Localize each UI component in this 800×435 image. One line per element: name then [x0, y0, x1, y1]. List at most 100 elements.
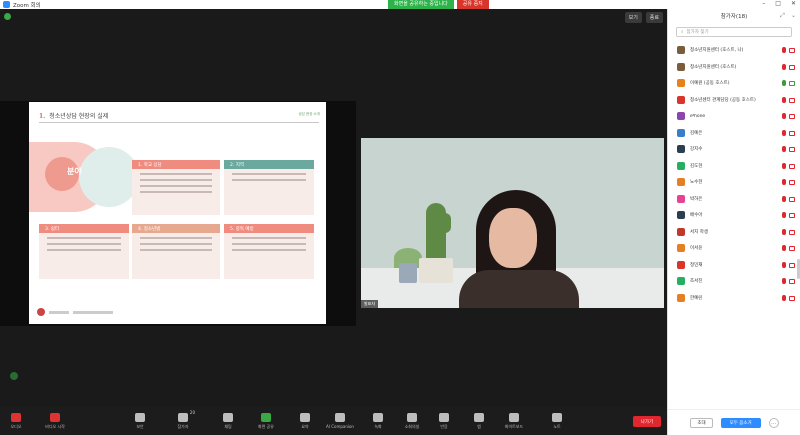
- chevron-down-icon[interactable]: ⌄: [791, 12, 796, 20]
- video-off-icon[interactable]: [789, 64, 795, 70]
- participant-row[interactable]: 박하은: [668, 191, 800, 208]
- video-off-icon[interactable]: [789, 262, 795, 268]
- mic-muted-icon[interactable]: [782, 294, 786, 301]
- slide-card: 2. 지역: [224, 160, 314, 215]
- participant-row[interactable]: 배수아: [668, 207, 800, 224]
- participant-row[interactable]: 이서윤: [668, 240, 800, 257]
- maximize-icon[interactable]: □: [775, 0, 781, 7]
- toolbar-participants-button[interactable]: 참가자 20: [169, 407, 197, 435]
- video-off-icon[interactable]: [789, 163, 795, 169]
- toolbar-mic-button[interactable]: 오디오: [2, 407, 30, 435]
- panel-footer: 초대 모두 음소거 …: [668, 409, 800, 435]
- video-off-icon[interactable]: [789, 97, 795, 103]
- toolbar-record-button[interactable]: 녹화: [364, 407, 392, 435]
- video-off-icon[interactable]: [789, 130, 795, 136]
- shared-screen: 1. 청소년상담 현장의 실제 상담 현장 소개 분야 1. 학교 상담 2. 지…: [0, 101, 356, 326]
- more-options-button[interactable]: …: [768, 417, 779, 428]
- participant-row[interactable]: 김예은: [668, 125, 800, 142]
- leave-meeting-button[interactable]: 나가기: [633, 416, 661, 427]
- participant-row[interactable]: iPhone: [668, 108, 800, 125]
- toolbar-label: AI Companion: [326, 424, 354, 429]
- video-off-icon[interactable]: [789, 229, 795, 235]
- stop-share-button[interactable]: 공유 중지: [456, 0, 489, 9]
- mic-muted-icon[interactable]: [782, 162, 786, 169]
- card-heading: 4. 청소년법: [132, 224, 220, 233]
- close-icon[interactable]: ✕: [791, 0, 796, 7]
- toolbar-summary-button[interactable]: 요약: [291, 407, 319, 435]
- participant-row[interactable]: 서지 학생: [668, 224, 800, 241]
- mic-muted-icon[interactable]: [782, 63, 786, 70]
- mic-muted-icon[interactable]: [782, 113, 786, 119]
- participant-row[interactable]: 청소년지원센터 (호스트, 나): [668, 42, 800, 59]
- mic-muted-icon[interactable]: [782, 212, 786, 218]
- share-status: 화면을 공유하는 중입니다: [388, 0, 454, 9]
- participant-row[interactable]: 청소년지원센터 (호스트): [668, 59, 800, 76]
- chat-icon: [223, 412, 233, 422]
- participant-row[interactable]: 이예원 (공동 호스트): [668, 75, 800, 92]
- participant-row[interactable]: 청소년센터 관계담당 (공동 호스트): [668, 92, 800, 109]
- mic-muted-icon[interactable]: [782, 96, 786, 103]
- participant-search-input[interactable]: ⌕ 참가자 찾기: [676, 27, 792, 37]
- popout-icon[interactable]: ⤢: [780, 12, 785, 20]
- encryption-shield-icon[interactable]: [4, 13, 11, 20]
- avatar: [677, 112, 685, 121]
- participant-row[interactable]: 강지수: [668, 141, 800, 158]
- avatar: [677, 161, 685, 170]
- view-button[interactable]: 보기: [624, 12, 642, 23]
- video-off-icon[interactable]: [789, 147, 795, 152]
- toolbar-whiteboard-button[interactable]: 화이트보드: [500, 407, 528, 435]
- participant-row[interactable]: 조서진: [668, 273, 800, 290]
- participant-row[interactable]: 김도현: [668, 158, 800, 175]
- video-off-icon[interactable]: [789, 196, 795, 202]
- mic-muted-icon[interactable]: [782, 179, 786, 185]
- toolbar-shield-button[interactable]: 보안: [126, 407, 154, 435]
- video-off-icon[interactable]: [789, 279, 795, 284]
- video-off-icon[interactable]: [789, 180, 795, 185]
- avatar: [677, 211, 685, 220]
- toolbar-notes-button[interactable]: 노트: [543, 407, 571, 435]
- toolbar-breakout-button[interactable]: 소회의실: [398, 407, 426, 435]
- mic-muted-icon[interactable]: [782, 47, 786, 53]
- video-off-icon[interactable]: [789, 213, 795, 218]
- avatar: [677, 95, 685, 104]
- video-icon[interactable]: [789, 81, 795, 86]
- annotate-pencil-icon[interactable]: [10, 372, 18, 380]
- participant-row[interactable]: 노수현: [668, 174, 800, 191]
- speaker-video[interactable]: 발표자: [361, 138, 664, 308]
- mic-muted-icon[interactable]: [782, 261, 786, 268]
- exit-fullscreen-button[interactable]: 종료: [645, 12, 663, 23]
- notes-icon: [552, 412, 562, 422]
- participant-name: iPhone: [690, 113, 706, 119]
- mic-muted-icon[interactable]: [782, 278, 786, 284]
- participant-row[interactable]: 정민재: [668, 257, 800, 274]
- toolbar-apps-button[interactable]: 앱: [465, 407, 493, 435]
- participants-panel: 참가자(18) ⤢ ⌄ ⌕ 참가자 찾기 청소년지원센터 (호스트, 나) 청소년…: [667, 9, 800, 435]
- video-off-icon[interactable]: [789, 295, 795, 301]
- toolbar-video-button[interactable]: 비디오 시작: [41, 407, 69, 435]
- mic-icon[interactable]: [782, 80, 786, 86]
- invite-button[interactable]: 초대: [690, 417, 713, 428]
- toolbar-ai-companion-button[interactable]: AI Companion: [326, 407, 354, 435]
- slide-card: 3. 쉼터: [39, 224, 129, 279]
- video-off-icon[interactable]: [789, 246, 795, 251]
- video-off-icon[interactable]: [789, 114, 795, 119]
- mic-muted-icon[interactable]: [782, 245, 786, 251]
- slide-decoration: [79, 147, 139, 207]
- avatar: [677, 145, 685, 154]
- mic-muted-icon[interactable]: [782, 228, 786, 235]
- mic-muted-icon[interactable]: [782, 129, 786, 136]
- toolbar-share-screen-button[interactable]: 화면 공유: [252, 407, 280, 435]
- mute-all-button[interactable]: 모두 음소거: [720, 417, 761, 428]
- toolbar-label: 화이트보드: [504, 423, 524, 429]
- mic-muted-icon[interactable]: [782, 195, 786, 202]
- organization-logo-icon: [37, 308, 45, 316]
- share-screen-icon: [261, 412, 271, 422]
- toolbar-reaction-button[interactable]: 반응: [430, 407, 458, 435]
- minimize-icon[interactable]: –: [762, 0, 765, 7]
- speaker-name-tag: 발표자: [361, 300, 379, 308]
- video-off-icon[interactable]: [789, 48, 795, 53]
- participant-row[interactable]: 한예린: [668, 290, 800, 307]
- mic-muted-icon[interactable]: [782, 146, 786, 152]
- participants-icon: [178, 412, 188, 422]
- toolbar-chat-button[interactable]: 채팅: [214, 407, 242, 435]
